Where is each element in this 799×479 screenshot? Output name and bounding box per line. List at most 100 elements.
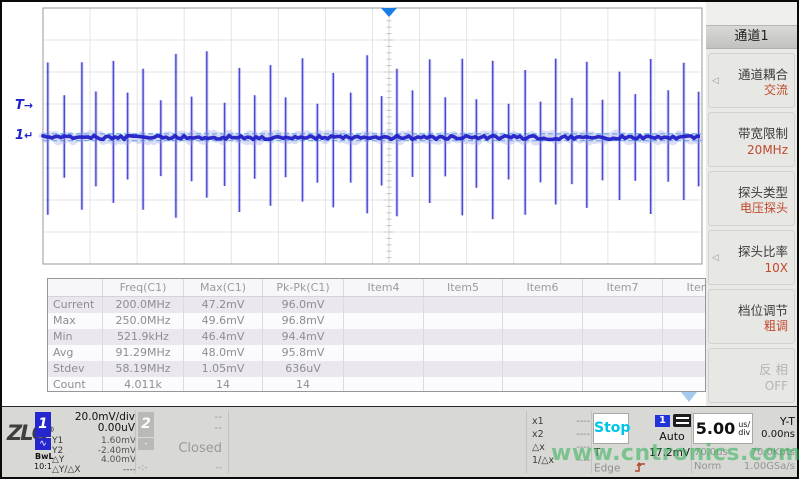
table-row: Max250.0MHz49.6mV96.8mV xyxy=(48,313,706,329)
sidebar-menu-item[interactable]: 反 相OFF xyxy=(708,348,795,403)
table-row: Min521.9kHz46.4mV94.4mV xyxy=(48,329,706,345)
table-cell xyxy=(663,329,706,345)
table-cell xyxy=(344,313,424,329)
table-cell: 250.0MHz xyxy=(103,313,184,329)
table-cell: 48.0mV xyxy=(184,345,263,361)
table-header-cell: Item4 xyxy=(344,279,424,296)
acquisition-state[interactable]: Stop xyxy=(593,413,629,444)
timebase-box[interactable]: 5.00 us/div xyxy=(693,413,753,444)
table-cell: 521.9kHz xyxy=(103,329,184,345)
x-cursor-value: ---- xyxy=(576,415,590,428)
ch2-badge[interactable]: 2 xyxy=(138,412,154,437)
trigger-level-marker[interactable]: T→ xyxy=(15,99,33,112)
row-label-cell: Stdev xyxy=(48,361,103,377)
menu-item-value: OFF xyxy=(765,379,788,393)
x-cursor-label: △x xyxy=(532,441,545,454)
sidebar-menu-item[interactable]: ◁通道耦合交流 xyxy=(708,53,795,108)
table-row: Avg91.29MHz48.0mV95.8mV xyxy=(48,345,706,361)
trigger-position-icon[interactable] xyxy=(381,8,397,17)
table-cell xyxy=(583,329,663,345)
table-cell: 58.19MHz xyxy=(103,361,184,377)
table-header-cell: Max(C1) xyxy=(184,279,263,296)
table-cell xyxy=(424,361,503,377)
sidebar-menu-item[interactable]: 带宽限制20MHz xyxy=(708,112,795,167)
table-header-cell xyxy=(48,279,103,296)
menu-item-label: 带宽限制 xyxy=(738,123,788,142)
watermark: www.cntronics.com xyxy=(551,441,799,466)
menu-item-label: 反 相 xyxy=(759,359,788,378)
table-cell xyxy=(503,297,583,313)
table-cell xyxy=(424,297,503,313)
table-row: Count4.011k1414 xyxy=(48,377,706,392)
x-cursor-label: x1 xyxy=(532,415,544,428)
menu-item-value: 电压探头 xyxy=(740,199,788,216)
table-row: Current200.0MHz47.2mV96.0mV xyxy=(48,297,706,313)
table-cell xyxy=(344,329,424,345)
scroll-down-icon[interactable] xyxy=(681,392,697,402)
ch2-state: Closed xyxy=(156,441,222,456)
table-cell: 95.8mV xyxy=(263,345,344,361)
sidebar-menu-item[interactable]: 探头类型电压探头 xyxy=(708,171,795,226)
table-cell: 4.011k xyxy=(103,377,184,392)
menu-item-value: 交流 xyxy=(764,81,788,98)
table-cell: 200.0MHz xyxy=(103,297,184,313)
table-cell: 46.4mV xyxy=(184,329,263,345)
table-cell xyxy=(503,329,583,345)
table-header-cell: Pk-Pk(C1) xyxy=(263,279,344,296)
table-header-row: Freq(C1)Max(C1)Pk-Pk(C1)Item4Item5Item6I… xyxy=(48,279,706,297)
table-cell: 1.05mV xyxy=(184,361,263,377)
table-header-cell: Item8 xyxy=(663,279,706,296)
divider xyxy=(228,411,229,473)
ch2-aux-value: -- xyxy=(156,463,222,473)
ch1-bwl-flag: BwL xyxy=(35,452,54,461)
ch1-cursor-readouts: Y11.60mVY2-2.40mV△Y4.00mV△Y/△X---- xyxy=(52,437,136,475)
row-label-cell: Max xyxy=(48,313,103,329)
x-cursor: x2---- xyxy=(532,428,590,441)
table-cell xyxy=(583,345,663,361)
sidebar-menu-item[interactable]: ◁探头比率10X xyxy=(708,230,795,285)
sidebar-menu-item[interactable]: 档位调节粗调 xyxy=(708,289,795,344)
table-cell xyxy=(503,377,583,392)
table-cell xyxy=(583,313,663,329)
ch2-coupling-icon: - xyxy=(138,438,154,450)
channel-menu-panel: 通道1 ◁通道耦合交流带宽限制20MHz探头类型电压探头◁探头比率10X档位调节… xyxy=(706,2,797,406)
table-cell xyxy=(583,297,663,313)
ch1-coupling-icon: ∿ xyxy=(35,438,51,450)
menu-item-value: 10X xyxy=(765,261,789,275)
trigger-delay: 0.00ns xyxy=(750,429,795,440)
table-cell: 96.8mV xyxy=(263,313,344,329)
table-cell xyxy=(344,377,424,392)
trigger-source-badge: 1 xyxy=(655,415,670,427)
ch1-probe-ratio: 10:1 xyxy=(34,462,52,471)
table-cell xyxy=(663,313,706,329)
table-cell xyxy=(583,361,663,377)
ch1-badge[interactable]: 1 xyxy=(35,412,51,437)
measurement-table: Freq(C1)Max(C1)Pk-Pk(C1)Item4Item5Item6I… xyxy=(47,278,706,392)
table-cell xyxy=(583,377,663,392)
y-cursor: △Y/△X---- xyxy=(52,466,136,476)
table-cell xyxy=(344,361,424,377)
ch2-offset: -- xyxy=(156,423,222,434)
table-header-cell: Item6 xyxy=(503,279,583,296)
table-cell: 14 xyxy=(263,377,344,392)
y-cursor-label: △Y/△X xyxy=(52,466,81,476)
menu-item-value: 20MHz xyxy=(747,143,788,157)
row-label-cell: Count xyxy=(48,377,103,392)
sidebar-title: 通道1 xyxy=(706,25,797,49)
divider xyxy=(526,411,527,473)
ch2-aux-label: -:- xyxy=(138,463,148,473)
x-cursor-label: x2 xyxy=(532,428,544,441)
channel1-ground-marker[interactable]: 1↵ xyxy=(15,129,33,142)
ch2-scale: -- xyxy=(156,412,222,423)
menu-item-label: 探头比率 xyxy=(738,241,788,260)
table-cell: 636uV xyxy=(263,361,344,377)
table-cell xyxy=(663,345,706,361)
row-label-cell: Min xyxy=(48,329,103,345)
x-cursor: x1 ---- xyxy=(532,415,590,428)
table-cell: 94.4mV xyxy=(263,329,344,345)
table-cell xyxy=(503,313,583,329)
table-cell xyxy=(663,377,706,392)
table-cell: 91.29MHz xyxy=(103,345,184,361)
table-cell: 14 xyxy=(184,377,263,392)
trigger-holdoff-icon xyxy=(673,414,692,427)
